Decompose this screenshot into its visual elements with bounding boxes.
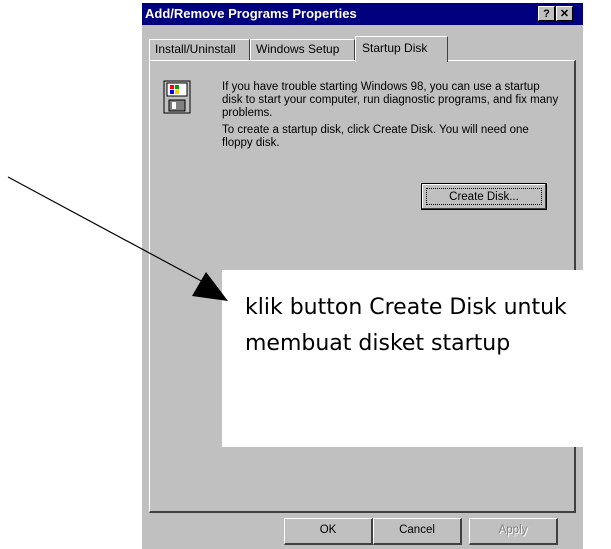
tab-startup-disk[interactable]: Startup Disk	[355, 36, 448, 62]
annotation-arrow	[7, 176, 228, 301]
